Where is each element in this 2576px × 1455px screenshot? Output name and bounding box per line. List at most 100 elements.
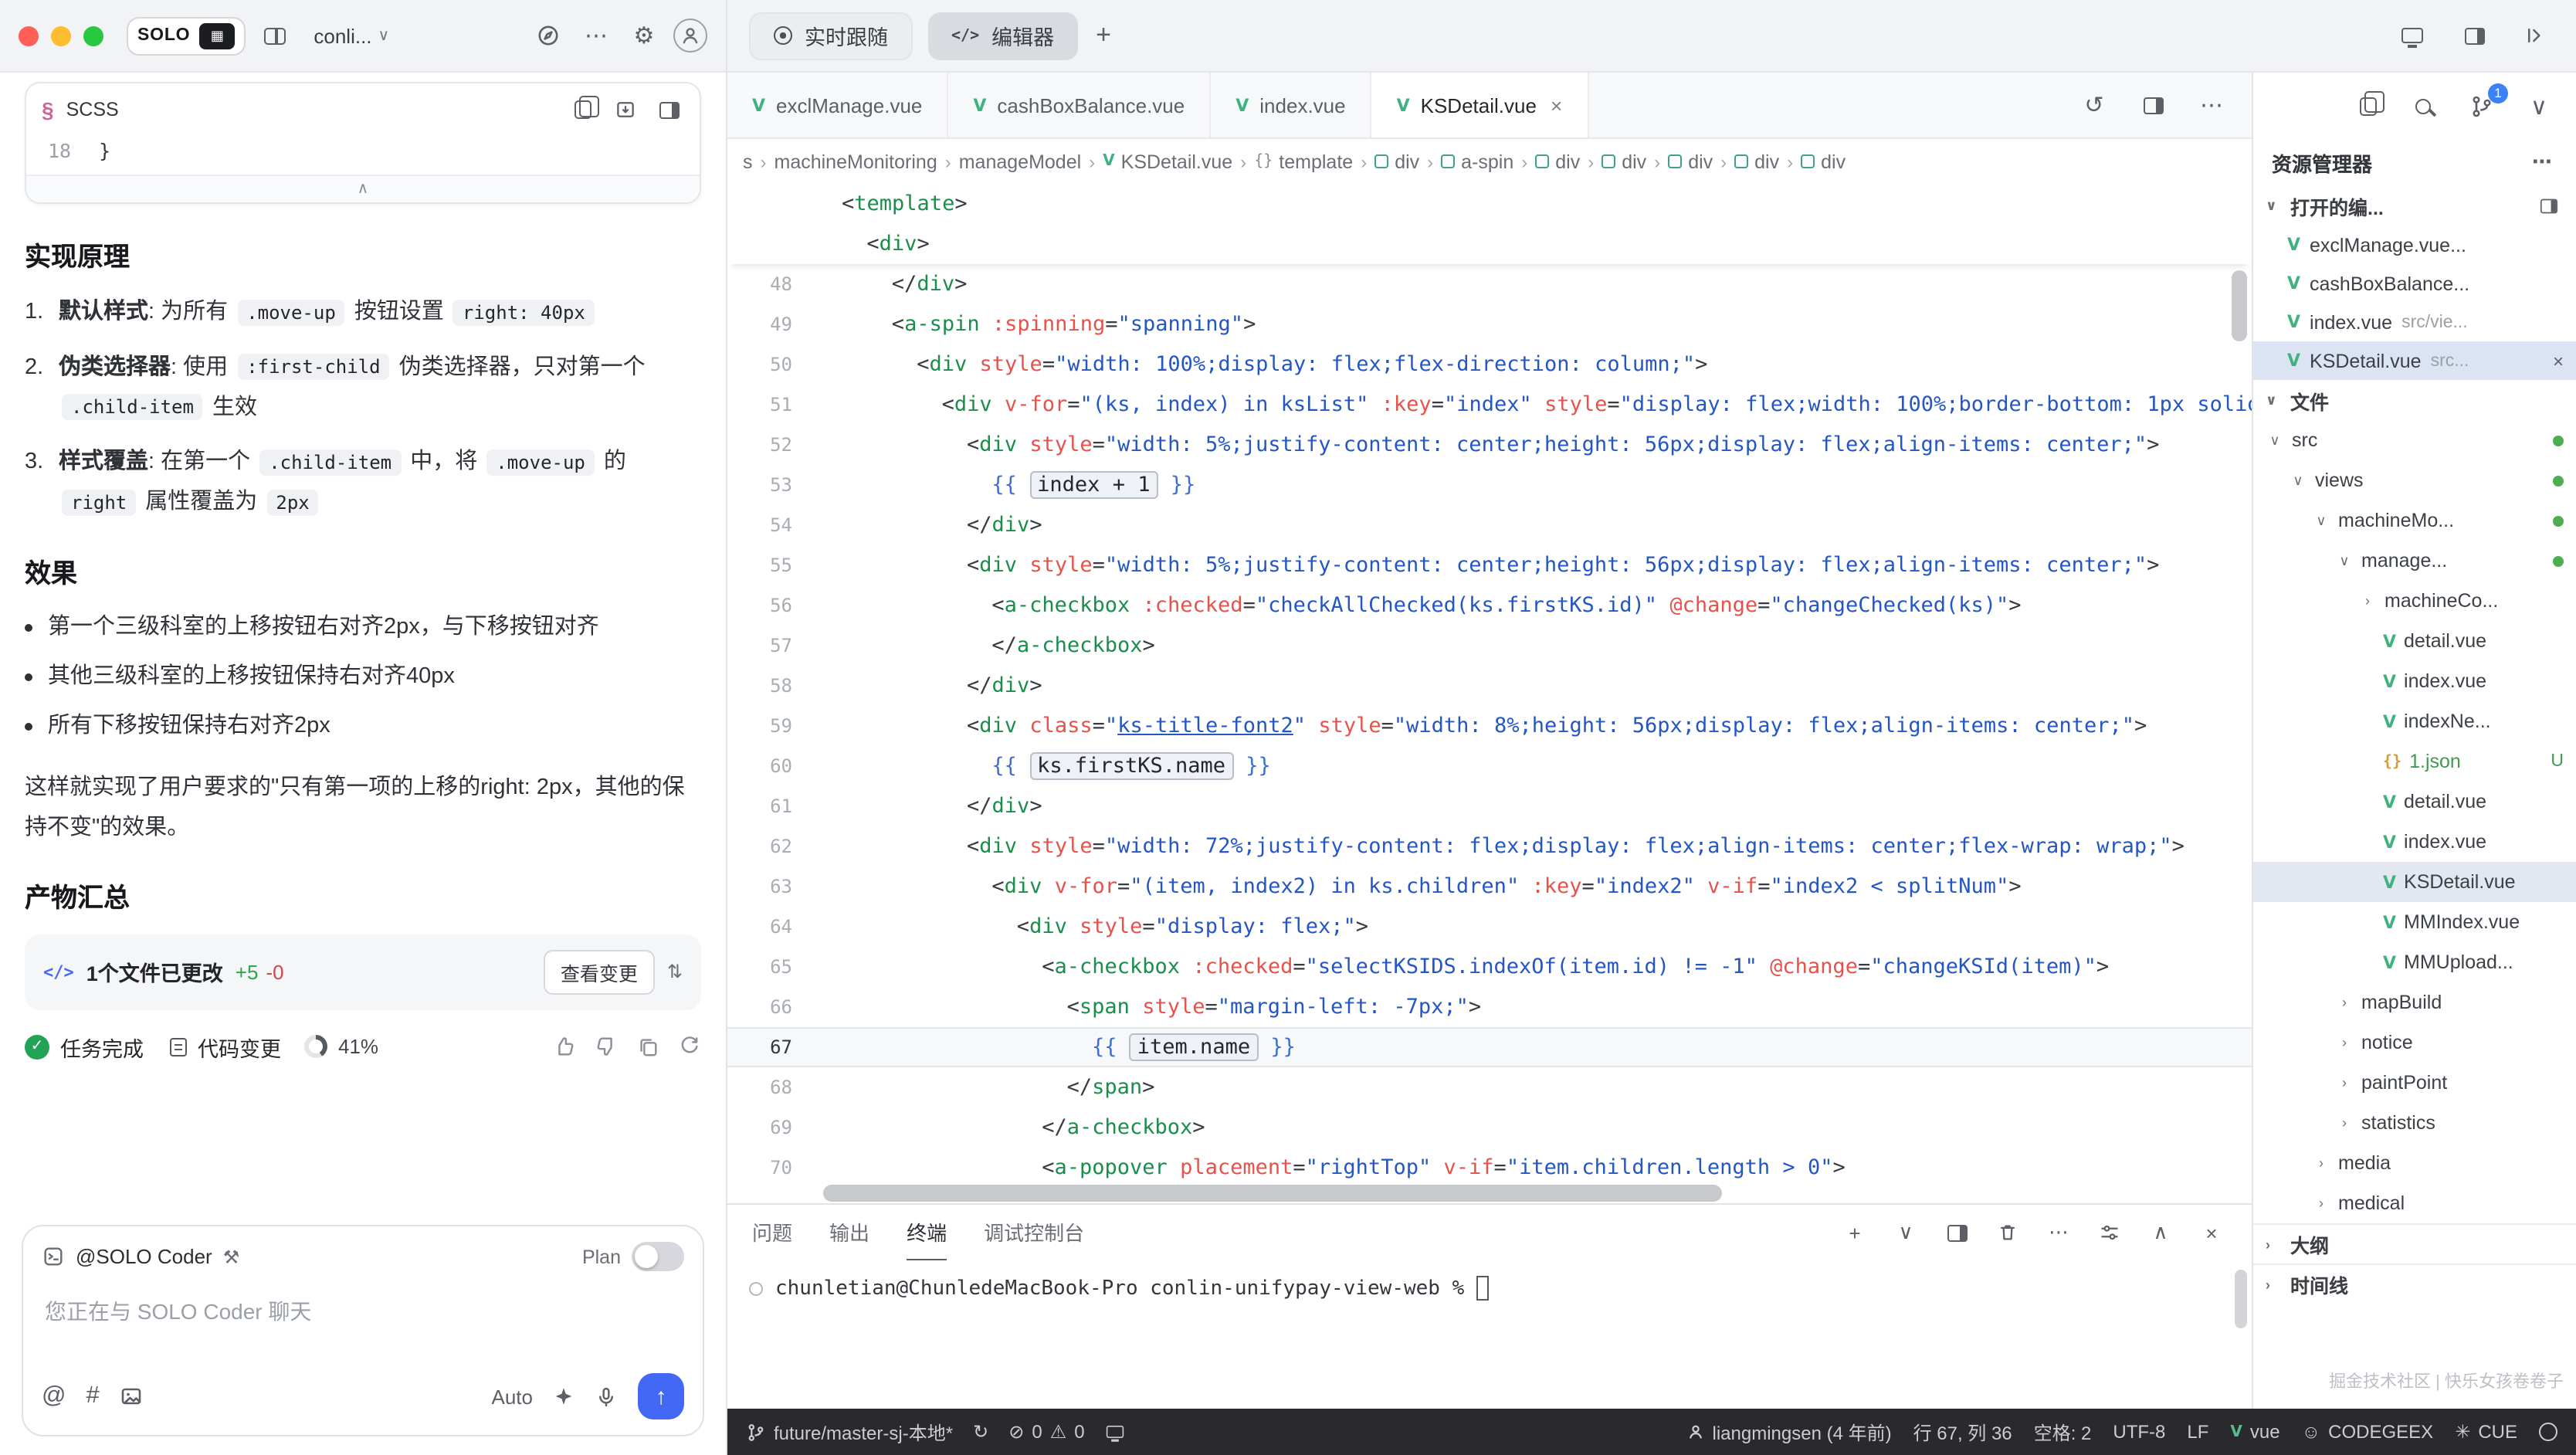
- close-icon[interactable]: ×: [2553, 350, 2564, 371]
- editor-tab[interactable]: VKSDetail.vue×: [1372, 73, 1589, 137]
- tree-folder-notice[interactable]: ›notice: [2253, 1023, 2576, 1063]
- breadcrumb-item[interactable]: a-spin: [1441, 151, 1513, 172]
- tab-debug-console[interactable]: 调试控制台: [984, 1205, 1084, 1260]
- maximize-panel-icon[interactable]: ∧: [2145, 1217, 2176, 1248]
- breadcrumb-item[interactable]: VKSDetail.vue: [1103, 151, 1232, 172]
- panel-more-icon[interactable]: ⋯: [2043, 1217, 2074, 1248]
- breadcrumb-item[interactable]: {}template: [1254, 151, 1353, 172]
- tab-problems[interactable]: 问题: [752, 1205, 792, 1260]
- add-view-tab-button[interactable]: +: [1096, 20, 1111, 51]
- code-change-icon[interactable]: [170, 1037, 187, 1056]
- source-control-icon[interactable]: 1: [2463, 87, 2500, 124]
- timeline-header[interactable]: › 时间线: [2253, 1263, 2576, 1304]
- tree-folder-mapBuild[interactable]: ›mapBuild: [2253, 982, 2576, 1023]
- chat-input-card[interactable]: @SOLO Coder ⚒ Plan 您正在与 SOLO Coder 聊天 @ …: [22, 1225, 704, 1436]
- split-editor-icon[interactable]: [2533, 190, 2564, 221]
- sync-icon[interactable]: ↻: [973, 1421, 988, 1443]
- open-in-editor-icon[interactable]: [653, 94, 684, 125]
- tree-file-index.vue[interactable]: Vindex.vue: [2253, 661, 2576, 701]
- editor-tab[interactable]: VexclManage.vue: [727, 73, 948, 137]
- mention-icon[interactable]: @: [42, 1382, 66, 1410]
- feedback-icon[interactable]: [2539, 1423, 2557, 1441]
- auto-mode-label[interactable]: Auto: [492, 1385, 534, 1408]
- breadcrumb-item[interactable]: div: [1602, 151, 1646, 172]
- project-switcher[interactable]: conli... ∨: [304, 19, 398, 52]
- more-icon[interactable]: ⋯: [578, 17, 615, 54]
- tree-file-detail.vue[interactable]: Vdetail.vue: [2253, 621, 2576, 661]
- more-actions-icon[interactable]: ⋯: [2193, 86, 2230, 124]
- tree-folder-machineMo...[interactable]: ∨machineMo...: [2253, 500, 2576, 541]
- cursor-position[interactable]: 行 67, 列 36: [1913, 1419, 2012, 1445]
- breadcrumb-item[interactable]: div: [1801, 151, 1846, 172]
- vertical-scrollbar[interactable]: [2232, 270, 2247, 341]
- breadcrumb-item[interactable]: div: [1734, 151, 1779, 172]
- display-icon[interactable]: [1105, 1424, 1127, 1440]
- open-editors-header[interactable]: ∨ 打开的编...: [2253, 185, 2576, 226]
- thumbs-up-icon[interactable]: [553, 1035, 576, 1058]
- tab-close-icon[interactable]: ×: [1551, 93, 1562, 117]
- send-button[interactable]: ↑: [638, 1373, 684, 1419]
- new-terminal-icon[interactable]: +: [1839, 1217, 1870, 1248]
- copy-icon[interactable]: [567, 94, 598, 125]
- tree-folder-src[interactable]: ∨src: [2253, 420, 2576, 460]
- indentation[interactable]: 空格: 2: [2034, 1419, 2092, 1445]
- tree-folder-machineCo...[interactable]: ›machineCo...: [2253, 581, 2576, 621]
- tab-output[interactable]: 输出: [829, 1205, 869, 1260]
- tree-folder-media[interactable]: ›media: [2253, 1143, 2576, 1183]
- plan-toggle[interactable]: [632, 1242, 684, 1271]
- tab-editor-view[interactable]: </> 编辑器: [928, 12, 1077, 59]
- layout-columns-icon[interactable]: [256, 17, 293, 54]
- open-editor-item[interactable]: VKSDetail.vuesrc...×: [2253, 341, 2576, 380]
- tree-file-indexNe...[interactable]: VindexNe...: [2253, 701, 2576, 741]
- assistant-conversation[interactable]: § SCSS 18 } ∧ 实现原理 1.默认样式:: [0, 73, 726, 1225]
- screen-share-icon[interactable]: [2394, 17, 2431, 54]
- horizontal-scrollbar[interactable]: [823, 1185, 2227, 1202]
- tree-file-detail.vue[interactable]: Vdetail.vue: [2253, 782, 2576, 822]
- split-editor-icon[interactable]: [2134, 86, 2171, 124]
- breadcrumb-item[interactable]: div: [1668, 151, 1713, 172]
- breadcrumb-item[interactable]: manageModel: [959, 151, 1081, 172]
- terminal-content[interactable]: chunletian@ChunledeMacBook-Pro conlin-un…: [727, 1260, 2252, 1316]
- tree-file-index.vue[interactable]: Vindex.vue: [2253, 822, 2576, 862]
- breadcrumb-item[interactable]: machineMonitoring: [774, 151, 937, 172]
- insert-code-icon[interactable]: [610, 94, 641, 125]
- collapse-snippet-button[interactable]: ∧: [26, 175, 700, 202]
- breadcrumb-item[interactable]: s: [743, 151, 753, 172]
- tree-folder-manage...[interactable]: ∨manage...: [2253, 541, 2576, 581]
- search-icon[interactable]: [2406, 87, 2443, 124]
- tree-file-MMUpload...[interactable]: VMMUpload...: [2253, 942, 2576, 982]
- open-editor-item[interactable]: Vindex.vuesrc/vie...: [2253, 303, 2576, 341]
- account-avatar[interactable]: [673, 19, 707, 53]
- tree-folder-medical[interactable]: ›medical: [2253, 1183, 2576, 1223]
- explorer-view-icon[interactable]: [2349, 87, 2386, 124]
- problems-item[interactable]: ⊘ 0 ⚠ 0: [1008, 1421, 1084, 1443]
- tree-folder-paintPoint[interactable]: ›paintPoint: [2253, 1063, 2576, 1103]
- agent-name[interactable]: @SOLO Coder: [76, 1245, 212, 1268]
- tree-file-MMIndex.vue[interactable]: VMMIndex.vue: [2253, 902, 2576, 942]
- regenerate-icon[interactable]: [678, 1035, 701, 1058]
- minimize-window-button[interactable]: [51, 25, 71, 46]
- open-editor-item[interactable]: VcashBoxBalance...: [2253, 264, 2576, 303]
- chat-placeholder[interactable]: 您正在与 SOLO Coder 聊天: [45, 1296, 681, 1327]
- kill-terminal-icon[interactable]: [1992, 1217, 2023, 1248]
- explorer-more-icon[interactable]: ⋯: [2527, 147, 2557, 178]
- compass-icon[interactable]: [530, 17, 567, 54]
- codegeex-item[interactable]: ☺ CODEGEEX: [2302, 1421, 2434, 1443]
- collapse-panel-icon[interactable]: [2517, 17, 2554, 54]
- tree-folder-statistics[interactable]: ›statistics: [2253, 1103, 2576, 1143]
- tree-file-KSDetail.vue[interactable]: VKSDetail.vue: [2253, 862, 2576, 902]
- tools-icon[interactable]: ⚒: [223, 1246, 240, 1267]
- tree-folder-views[interactable]: ∨views: [2253, 460, 2576, 500]
- terminal-dropdown-icon[interactable]: ∨: [1890, 1217, 1921, 1248]
- language-mode[interactable]: V vue: [2230, 1421, 2279, 1443]
- scrollbar-thumb[interactable]: [823, 1185, 1722, 1202]
- view-changes-button[interactable]: 查看变更: [544, 949, 655, 994]
- layout-panel-icon[interactable]: [2456, 17, 2493, 54]
- cue-item[interactable]: ✳ CUE: [2455, 1421, 2517, 1443]
- git-branch-item[interactable]: future/master-sj-本地*: [746, 1419, 953, 1445]
- editor-tab[interactable]: Vindex.vue: [1211, 73, 1371, 137]
- sparkle-icon[interactable]: [553, 1385, 575, 1407]
- breadcrumb-item[interactable]: div: [1535, 151, 1580, 172]
- tab-live-follow[interactable]: 实时跟随: [749, 12, 913, 59]
- files-header[interactable]: ∨ 文件: [2253, 380, 2576, 420]
